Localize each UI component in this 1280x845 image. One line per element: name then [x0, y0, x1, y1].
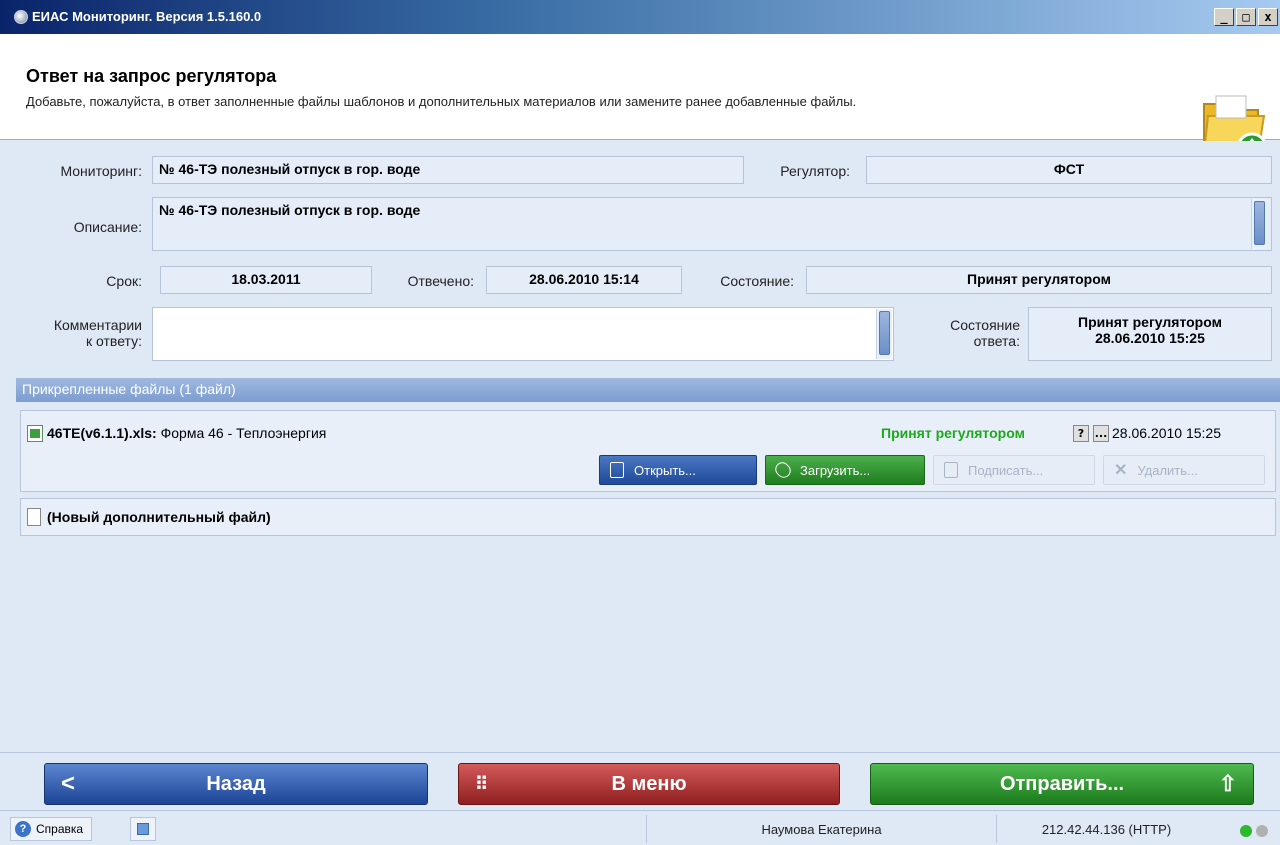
- help-icon: ?: [15, 821, 31, 837]
- app-icon: [14, 10, 28, 24]
- answer-state-value-line1: Принят регулятором: [1078, 314, 1222, 330]
- answered-label: Отвечено:: [407, 273, 474, 289]
- grid-icon: ⠿: [475, 773, 489, 794]
- paperclip-icon: [772, 459, 794, 481]
- app-window: ЕИАС Мониторинг. Версия 1.5.160.0 _ □ x …: [0, 0, 1280, 845]
- network-button[interactable]: [130, 817, 156, 841]
- window-controls: _ □ x: [1214, 8, 1278, 26]
- connection-status-icon: [1240, 825, 1252, 837]
- comments-label-line2: к ответу:: [86, 333, 142, 349]
- menu-button[interactable]: ⠿ В меню: [458, 763, 840, 805]
- page-title: Ответ на запрос регулятора: [26, 66, 277, 86]
- sign-button[interactable]: Подписать...: [933, 455, 1095, 485]
- page-header: Ответ на запрос регулятора Добавьте, пож…: [0, 34, 1280, 164]
- state-field: Принят регулятором: [806, 266, 1272, 294]
- regulator-field: ФСТ: [866, 156, 1272, 184]
- excel-file-icon: [27, 425, 43, 442]
- comments-input[interactable]: [152, 307, 894, 361]
- status-bar: ? Справка Наумова Екатерина 212.42.44.13…: [0, 810, 1280, 845]
- network-icon: [137, 823, 149, 835]
- new-file-label[interactable]: (Новый дополнительный файл): [47, 509, 271, 525]
- close-button[interactable]: x: [1258, 8, 1278, 26]
- status-more-button[interactable]: ...: [1093, 425, 1109, 442]
- file-status: Принят регулятором: [881, 425, 1025, 441]
- status-help-button[interactable]: ?: [1073, 425, 1089, 442]
- upload-arrow-icon: ⇧: [1218, 771, 1237, 796]
- deadline-field: 18.03.2011: [160, 266, 372, 294]
- menu-button-label: В меню: [611, 772, 687, 795]
- answer-state-label-line2: ответа:: [973, 333, 1020, 349]
- description-label: Описание:: [73, 219, 142, 235]
- comments-label-line1: Комментарии: [53, 317, 142, 333]
- title-bar[interactable]: ЕИАС Мониторинг. Версия 1.5.160.0 _ □ x: [0, 0, 1280, 34]
- send-button[interactable]: Отправить... ⇧: [870, 763, 1254, 805]
- answer-state-field: Принят регулятором 28.06.2010 15:25: [1028, 307, 1272, 361]
- state-label: Состояние:: [720, 273, 794, 289]
- help-label: Справка: [36, 822, 84, 836]
- description-scrollbar[interactable]: [1251, 199, 1267, 249]
- upload-button-label: Загрузить...: [800, 462, 871, 478]
- open-button-label: Открыть...: [634, 462, 696, 478]
- answer-state-label: Состояние ответа:: [904, 317, 1020, 349]
- comments-label: Комментарии к ответу:: [20, 317, 142, 349]
- back-button[interactable]: < Назад: [44, 763, 428, 805]
- file-name[interactable]: 46TE(v6.1.1).xls:: [47, 425, 157, 441]
- sign-icon: [944, 462, 958, 478]
- comments-scroll-thumb[interactable]: [879, 311, 890, 355]
- maximize-button[interactable]: □: [1236, 8, 1256, 26]
- upload-button[interactable]: Загрузить...: [765, 455, 925, 485]
- back-button-label: Назад: [206, 772, 266, 795]
- monitoring-label: Мониторинг:: [60, 163, 142, 179]
- attached-files-header[interactable]: Прикрепленные файлы (1 файл): [16, 378, 1280, 402]
- file-description: Форма 46 - Теплоэнергия: [160, 425, 327, 441]
- description-field[interactable]: № 46-ТЭ полезный отпуск в гор. воде: [152, 197, 1272, 251]
- comments-scrollbar[interactable]: [876, 309, 892, 359]
- window-title: ЕИАС Мониторинг. Версия 1.5.160.0: [32, 9, 262, 24]
- blank-file-icon: [27, 508, 41, 526]
- attached-files-panel: 46TE(v6.1.1).xls: Форма 46 - Теплоэнерги…: [16, 402, 1280, 752]
- delete-icon: ✕: [1114, 462, 1128, 479]
- document-icon: [610, 462, 624, 478]
- file-title: 46TE(v6.1.1).xls: Форма 46 - Теплоэнерги…: [47, 425, 326, 441]
- deadline-label: Срок:: [106, 273, 142, 289]
- delete-button-label: Удалить...: [1137, 462, 1198, 478]
- regulator-label: Регулятор:: [780, 163, 850, 179]
- new-file-row[interactable]: (Новый дополнительный файл): [20, 498, 1276, 536]
- answered-field: 28.06.2010 15:14: [486, 266, 682, 294]
- answer-state-label-line1: Состояние: [950, 317, 1020, 333]
- help-button[interactable]: ? Справка: [10, 817, 93, 841]
- sign-button-label: Подписать...: [968, 462, 1044, 478]
- answer-state-value-line2: 28.06.2010 15:25: [1095, 330, 1205, 346]
- monitoring-field: № 46-ТЭ полезный отпуск в гор. воде: [152, 156, 744, 184]
- file-date: 28.06.2010 15:25: [1112, 425, 1221, 441]
- arrow-left-icon: <: [61, 770, 76, 797]
- current-user: Наумова Екатерина: [646, 815, 996, 843]
- navigation-bar: < Назад ⠿ В меню Отправить... ⇧: [0, 752, 1280, 810]
- send-button-label: Отправить...: [999, 772, 1125, 795]
- secondary-status-icon: [1256, 825, 1268, 837]
- minimize-button[interactable]: _: [1214, 8, 1234, 26]
- server-address: 212.42.44.136 (HTTP): [996, 815, 1216, 843]
- file-row: 46TE(v6.1.1).xls: Форма 46 - Теплоэнерги…: [20, 410, 1276, 492]
- page-subtitle: Добавьте, пожалуйста, в ответ заполненны…: [26, 94, 857, 109]
- delete-button[interactable]: ✕ Удалить...: [1103, 455, 1265, 485]
- open-button[interactable]: Открыть...: [599, 455, 757, 485]
- request-form: Мониторинг: № 46-ТЭ полезный отпуск в го…: [0, 141, 1280, 378]
- description-scroll-thumb[interactable]: [1254, 201, 1265, 245]
